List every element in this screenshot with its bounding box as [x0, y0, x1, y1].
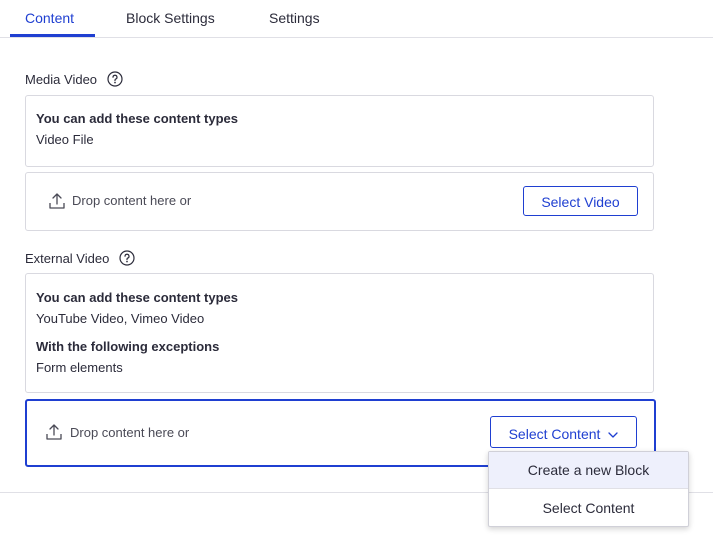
allowed-types-heading: You can add these content types: [36, 290, 239, 305]
select-video-button[interactable]: Select Video: [523, 186, 638, 216]
menu-divider: [489, 488, 688, 489]
external-video-label-text: External Video: [25, 251, 110, 266]
exceptions-list: Form elements: [36, 360, 123, 375]
help-icon[interactable]: [119, 250, 135, 269]
tab-block-settings[interactable]: Block Settings: [126, 10, 215, 26]
menu-item-select-content[interactable]: Select Content: [489, 490, 688, 526]
active-tab-indicator: [10, 34, 95, 37]
media-video-drop-zone[interactable]: Drop content here or Select Video: [25, 172, 654, 231]
allowed-types-list: Video File: [36, 132, 94, 147]
exceptions-heading: With the following exceptions: [36, 339, 220, 354]
media-video-label-text: Media Video: [25, 72, 98, 87]
select-content-dropdown-button[interactable]: Select Content: [490, 416, 637, 448]
menu-item-create-new-block[interactable]: Create a new Block: [489, 452, 688, 488]
tab-settings[interactable]: Settings: [269, 10, 320, 26]
select-content-label: Select Content: [508, 426, 601, 442]
select-content-menu: Create a new Block Select Content: [488, 451, 689, 527]
media-video-label: Media Video: [25, 71, 123, 90]
external-video-allowed-types-box: You can add these content types YouTube …: [25, 273, 654, 393]
tab-bar: Content Block Settings Settings: [0, 0, 713, 38]
tab-content[interactable]: Content: [25, 10, 74, 26]
upload-icon: [45, 423, 63, 446]
media-video-allowed-types-box: You can add these content types Video Fi…: [25, 95, 654, 167]
chevron-down-icon: [608, 418, 619, 448]
help-icon[interactable]: [107, 71, 123, 90]
allowed-types-heading: You can add these content types: [36, 111, 239, 126]
allowed-types-list: YouTube Video, Vimeo Video: [36, 311, 205, 326]
drop-content-text: Drop content here or: [70, 425, 190, 440]
drop-content-text: Drop content here or: [72, 193, 192, 208]
external-video-label: External Video: [25, 250, 135, 269]
upload-icon: [48, 192, 66, 215]
